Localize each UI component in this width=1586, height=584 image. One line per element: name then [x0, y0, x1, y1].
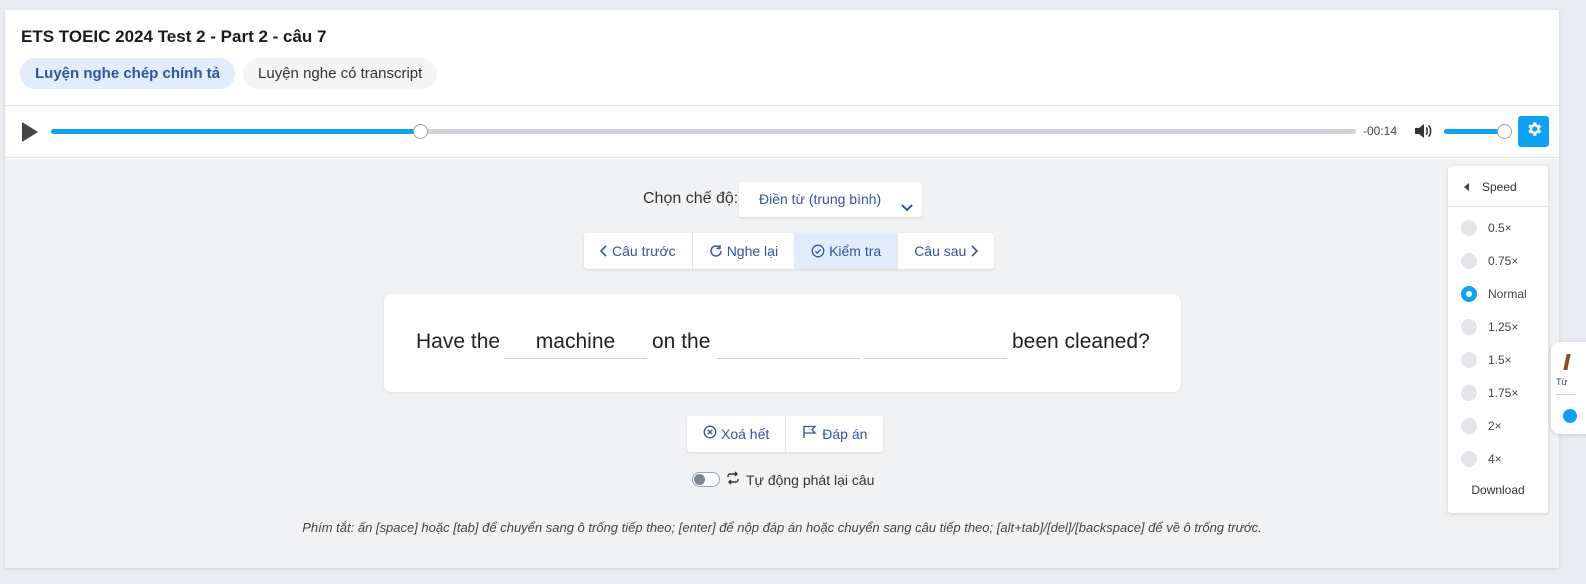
- shortcut-hint: Phím tắt: ấn [space] hoặc [tab] để chuyể…: [302, 520, 1262, 535]
- speed-title: Speed: [1482, 180, 1517, 194]
- caret-left-icon: [1464, 183, 1469, 191]
- speed-option-label: 4×: [1488, 452, 1502, 466]
- widget-toggle-icon: [1563, 409, 1577, 423]
- speed-option[interactable]: 1.5×: [1448, 348, 1548, 372]
- seek-handle[interactable]: [413, 124, 429, 139]
- blank-input-1[interactable]: machine: [504, 324, 647, 359]
- download-link[interactable]: Download: [1448, 483, 1548, 497]
- speed-option[interactable]: 1.25×: [1448, 315, 1548, 339]
- autoplay-toggle[interactable]: [692, 472, 720, 487]
- clear-all-button[interactable]: Xoá hết: [687, 416, 787, 452]
- speed-option[interactable]: 4×: [1448, 447, 1548, 471]
- dictation-sentence: Have the machine on the been cleaned?: [384, 294, 1181, 392]
- speed-option-label: Normal: [1488, 287, 1527, 301]
- show-answer-button[interactable]: Đáp án: [786, 416, 883, 452]
- mode-tabs: Luyện nghe chép chính tả Luyện nghe có t…: [20, 58, 438, 89]
- replay-button[interactable]: Nghe lại: [693, 233, 796, 269]
- replay-icon: [709, 244, 723, 258]
- prev-label: Câu trước: [612, 243, 676, 259]
- widget-divider: [1556, 394, 1576, 395]
- speed-option-label: 0.5×: [1488, 221, 1512, 235]
- radio-icon: [1461, 253, 1477, 269]
- toggle-knob: [694, 474, 705, 485]
- speed-option[interactable]: Normal: [1448, 282, 1548, 306]
- settings-button[interactable]: [1518, 116, 1549, 147]
- volume-slider[interactable]: [1444, 124, 1512, 139]
- sentence-text: on the: [652, 330, 711, 353]
- chevron-down-icon: [900, 192, 914, 212]
- exercise-area: Chọn chế độ: Điền từ (trung bình) Câu tr…: [5, 159, 1559, 568]
- replay-label: Nghe lại: [726, 243, 779, 259]
- widget-text: Từ: [1556, 377, 1568, 387]
- sentence-text: been cleaned?: [1012, 330, 1150, 353]
- page-title: ETS TOEIC 2024 Test 2 - Part 2 - câu 7: [21, 27, 327, 46]
- widget-logo-icon: [1563, 354, 1571, 370]
- seek-progress: [51, 129, 421, 134]
- mode-select[interactable]: Điền từ (trung bình): [739, 182, 922, 217]
- speed-option[interactable]: 0.5×: [1448, 216, 1548, 240]
- blank-input-2[interactable]: [717, 324, 860, 359]
- radio-icon: [1461, 286, 1477, 302]
- next-button[interactable]: Câu sau: [898, 233, 994, 269]
- autoplay-row: Tự động phát lại câu: [692, 471, 874, 488]
- radio-icon: [1461, 385, 1477, 401]
- play-icon[interactable]: [22, 122, 38, 142]
- check-circle-icon: [811, 244, 825, 258]
- tab-transcript[interactable]: Luyện nghe có transcript: [243, 58, 438, 89]
- practice-card: ETS TOEIC 2024 Test 2 - Part 2 - câu 7 L…: [5, 10, 1559, 568]
- volume-handle[interactable]: [1497, 124, 1512, 139]
- speed-option-label: 1.75×: [1488, 386, 1519, 400]
- autoplay-label: Tự động phát lại câu: [746, 471, 875, 488]
- audio-player: -00:14: [5, 105, 1559, 158]
- answer-buttons: Xoá hết Đáp án: [687, 416, 884, 452]
- radio-icon: [1461, 220, 1477, 236]
- seek-bar[interactable]: [51, 124, 1356, 139]
- side-widget[interactable]: Từ: [1551, 342, 1586, 434]
- radio-icon: [1461, 451, 1477, 467]
- radio-icon: [1461, 319, 1477, 335]
- clear-circle-icon: [703, 416, 717, 452]
- next-label: Câu sau: [914, 243, 967, 259]
- speed-option-label: 1.5×: [1488, 353, 1512, 367]
- chevron-left-icon: [600, 245, 608, 257]
- speed-option[interactable]: 0.75×: [1448, 249, 1548, 273]
- check-label: Kiểm tra: [829, 243, 882, 259]
- remaining-time: -00:14: [1363, 124, 1398, 138]
- radio-icon: [1461, 352, 1477, 368]
- speed-menu-header[interactable]: Speed: [1448, 166, 1548, 207]
- check-button[interactable]: Kiểm tra: [795, 233, 899, 269]
- tab-dictation[interactable]: Luyện nghe chép chính tả: [20, 58, 236, 89]
- volume-level: [1444, 129, 1504, 134]
- chevron-right-icon: [970, 245, 979, 257]
- speed-option-label: 0.75×: [1488, 254, 1519, 268]
- navigation-buttons: Câu trước Nghe lại Kiểm tra Câu sau: [584, 233, 995, 269]
- speed-option[interactable]: 2×: [1448, 414, 1548, 438]
- flag-icon: [802, 416, 818, 452]
- mode-select-value: Điền từ (trung bình): [759, 191, 882, 207]
- show-answer-label: Đáp án: [822, 426, 868, 442]
- gear-icon: [1525, 120, 1543, 143]
- speed-option[interactable]: 1.75×: [1448, 381, 1548, 405]
- clear-all-label: Xoá hết: [721, 426, 770, 442]
- volume-icon[interactable]: [1413, 121, 1433, 141]
- sentence-text: Have the: [416, 330, 501, 353]
- repeat-icon: [726, 471, 740, 488]
- speed-option-label: 2×: [1488, 419, 1502, 433]
- speed-menu: Speed 0.5× 0.75× Normal 1.25× 1.5× 1.75× 2× 4× …: [1448, 166, 1548, 513]
- blank-input-3[interactable]: [864, 324, 1007, 359]
- radio-icon: [1461, 418, 1477, 434]
- speed-option-label: 1.25×: [1488, 320, 1519, 334]
- prev-button[interactable]: Câu trước: [584, 233, 693, 269]
- mode-label: Chọn chế độ:: [643, 190, 739, 207]
